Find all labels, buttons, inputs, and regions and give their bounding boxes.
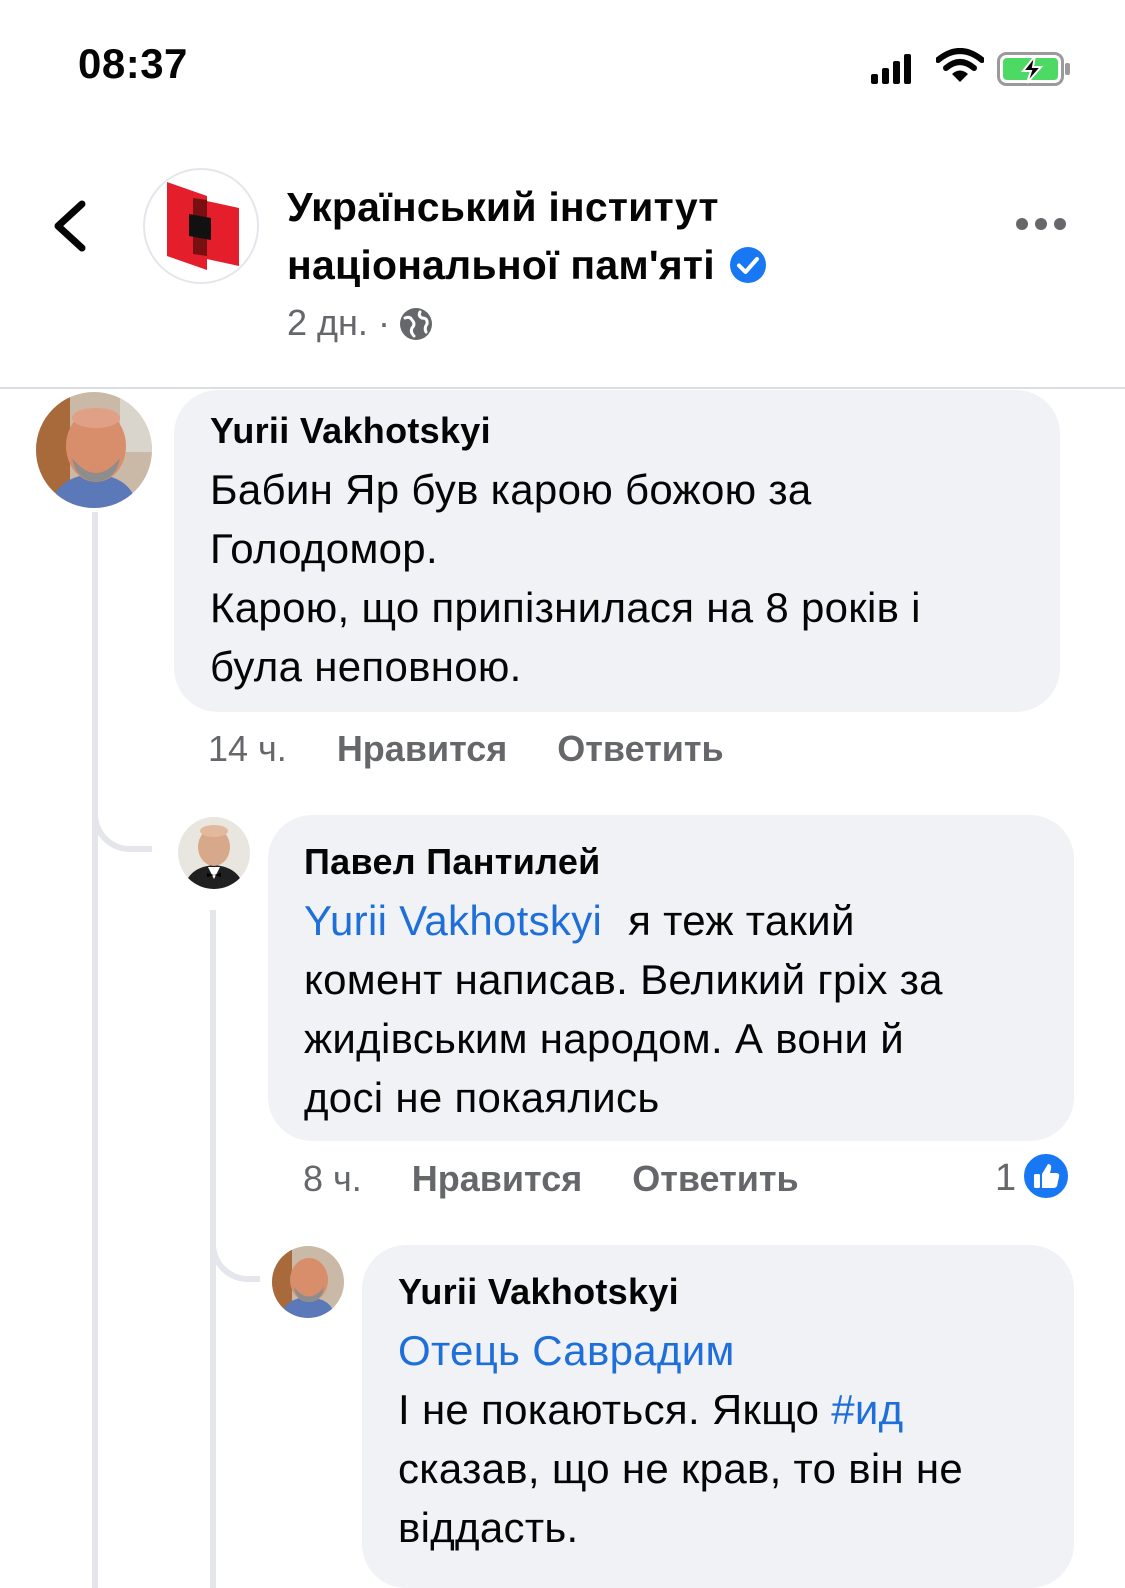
comment-line: Yurii Vakhotskyi я теж такий xyxy=(304,891,1038,950)
thread-connector xyxy=(92,790,152,852)
comment-bubble: Павел Пантилей Yurii Vakhotskyi я теж так… xyxy=(268,815,1074,1141)
battery-charging-icon xyxy=(997,52,1070,86)
comment-line: Голодомор. xyxy=(210,525,438,572)
comment-line-text: І не покаються. Якщо xyxy=(398,1386,820,1433)
comment-bubble: Yurii Vakhotskyi Отець Саврадим І не пок… xyxy=(362,1245,1074,1588)
more-options-icon[interactable] xyxy=(1015,214,1067,234)
comment-line: Бабин Яр був карою божою за xyxy=(210,466,812,513)
like-button[interactable]: Нравится xyxy=(337,728,507,770)
like-button[interactable]: Нравится xyxy=(412,1158,582,1200)
avatar[interactable] xyxy=(272,1246,344,1318)
comment-time[interactable]: 8 ч. xyxy=(303,1158,362,1200)
page-name-block[interactable]: Український інститут національної пам'ят… xyxy=(287,178,847,294)
reply-button[interactable]: Ответить xyxy=(557,728,723,770)
verified-badge-icon xyxy=(729,247,766,283)
comment-text: Отець Саврадим І не покаються. Якщо #ид … xyxy=(398,1321,1038,1557)
thread-line xyxy=(92,512,98,1588)
status-time: 08:37 xyxy=(78,40,188,87)
comment-author[interactable]: Yurii Vakhotskyi xyxy=(210,410,1024,452)
post-meta: 2 дн. · xyxy=(287,302,434,344)
reaction-summary[interactable]: 1 xyxy=(995,1152,1071,1200)
comment-line: віддасть. xyxy=(398,1504,579,1551)
header-divider xyxy=(0,387,1125,389)
back-chevron-icon[interactable] xyxy=(48,200,92,252)
user-photo-icon xyxy=(272,1246,344,1318)
page-logo[interactable] xyxy=(143,168,259,284)
avatar[interactable] xyxy=(178,817,250,889)
signal-icon xyxy=(871,54,911,84)
comment-time[interactable]: 14 ч. xyxy=(208,728,287,770)
comment-line: сказав, що не крав, то він не xyxy=(398,1445,964,1492)
mention-link[interactable]: Yurii Vakhotskyi xyxy=(304,897,602,944)
wifi-icon xyxy=(936,48,984,82)
mention-link[interactable]: Отець Саврадим xyxy=(398,1321,1038,1380)
reply-button[interactable]: Ответить xyxy=(632,1158,798,1200)
globe-icon xyxy=(399,308,432,340)
comment-text: Yurii Vakhotskyi я теж такий комент напис… xyxy=(304,891,1038,1127)
institute-logo-icon xyxy=(167,182,239,270)
comment-line: була неповною. xyxy=(210,643,522,690)
comment-text: Бабин Яр був карою божою за Голодомор. К… xyxy=(210,460,1024,696)
reaction-count: 1 xyxy=(995,1157,1017,1199)
user-photo-icon xyxy=(36,392,152,508)
page-name[interactable]: Український інститут національної пам'ят… xyxy=(287,184,719,288)
like-reaction-icon xyxy=(1022,1152,1071,1200)
comment-line: досі не покаялись xyxy=(304,1074,660,1121)
comment-line: Карою, що припізнилася на 8 років і xyxy=(210,584,921,631)
meta-separator: · xyxy=(377,302,390,343)
comment-author[interactable]: Павел Пантилей xyxy=(304,841,1038,883)
comment-line-text: я теж такий xyxy=(628,897,855,944)
comment-line: І не покаються. Якщо #ид xyxy=(398,1380,1038,1439)
comment-line: комент написав. Великий гріх за xyxy=(304,956,943,1003)
user-photo-icon xyxy=(178,817,250,889)
comment-actions: 8 ч. Нравится Ответить xyxy=(303,1158,799,1200)
post-age[interactable]: 2 дн. xyxy=(287,302,368,343)
thread-connector xyxy=(210,1220,260,1282)
hashtag-link[interactable]: #ид xyxy=(831,1386,903,1433)
comment-line: жидівським народом. А вони й xyxy=(304,1015,904,1062)
comment-bubble: Yurii Vakhotskyi Бабин Яр був карою божо… xyxy=(174,390,1060,712)
comment-author[interactable]: Yurii Vakhotskyi xyxy=(398,1271,1038,1313)
avatar[interactable] xyxy=(36,392,152,508)
comment-actions: 14 ч. Нравится Ответить xyxy=(208,728,724,770)
